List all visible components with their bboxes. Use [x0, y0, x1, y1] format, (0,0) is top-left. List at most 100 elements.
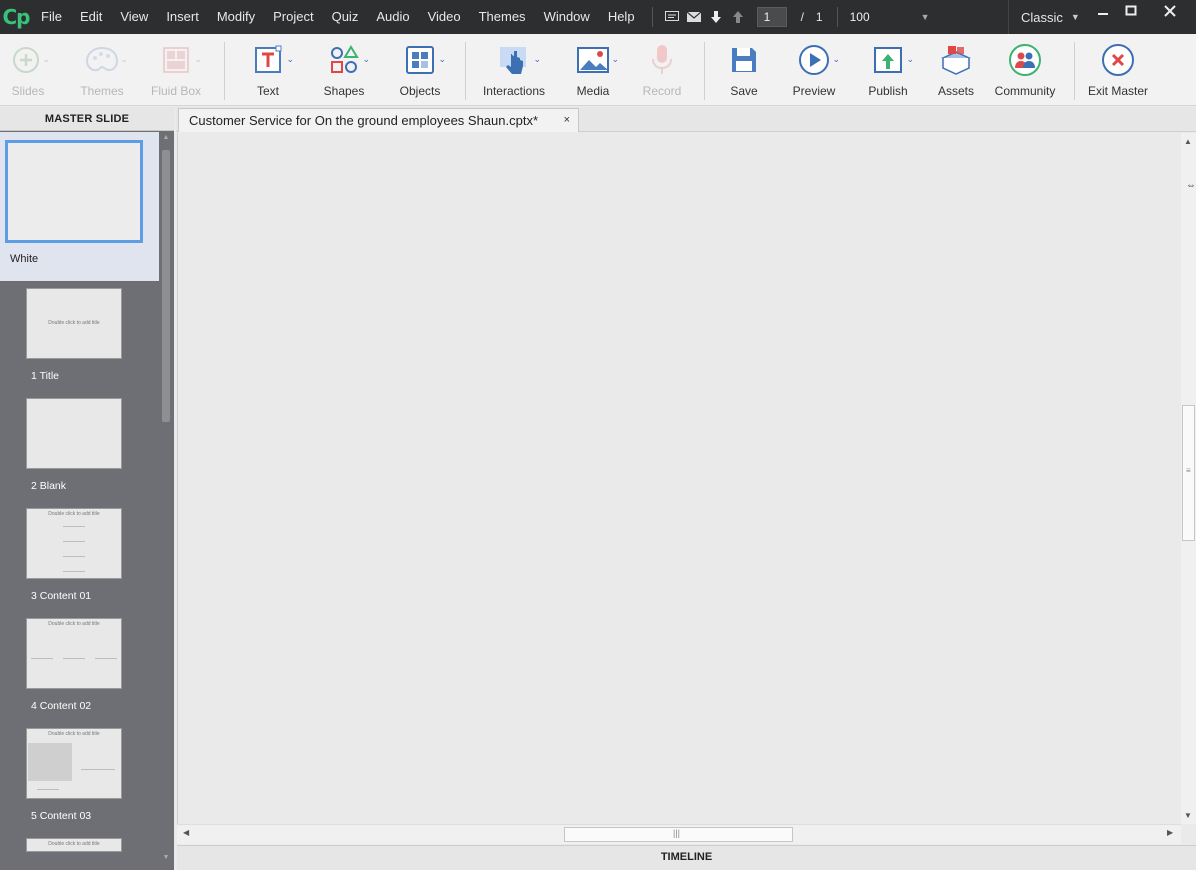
publish-icon: ⌄ — [862, 42, 914, 78]
layout-thumbnail[interactable] — [26, 398, 122, 469]
horizontal-scroll-thumb[interactable]: ||| — [564, 827, 793, 842]
scroll-down-icon[interactable]: ▼ — [161, 854, 171, 864]
scroll-down-icon[interactable]: ▼ — [1184, 811, 1192, 820]
text-button[interactable]: ⌄ Text — [240, 34, 296, 106]
layout-thumbnail[interactable]: Double click to add title — [26, 728, 122, 799]
master-slide-item[interactable]: White — [0, 132, 159, 281]
close-circle-icon — [1092, 42, 1144, 78]
save-button[interactable]: Save — [718, 34, 770, 106]
panel-resize-icon[interactable]: ⇔ — [1186, 180, 1196, 191]
vertical-scrollbar[interactable]: ▲ ≡ ▼ — [1181, 133, 1196, 824]
thumbnail-title-text: Double click to add title — [48, 621, 100, 627]
menu-video[interactable]: Video — [419, 0, 470, 34]
layout-thumbnail[interactable]: Double click to add title — [26, 618, 122, 689]
menu-modify[interactable]: Modify — [208, 0, 264, 34]
placeholder-line — [63, 526, 85, 527]
placeholder-line — [63, 541, 85, 542]
horizontal-scrollbar[interactable]: ◀ ||| ▶ — [177, 824, 1181, 844]
app-logo: Cp — [2, 5, 31, 29]
shapes-button[interactable]: ⌄ Shapes — [316, 34, 372, 106]
preview-label: Preview — [792, 84, 836, 98]
objects-label: Objects — [399, 84, 441, 98]
master-slide-label: White — [10, 253, 39, 265]
placeholder-line — [63, 556, 85, 557]
layout-thumbnail[interactable]: Double click to add title — [26, 508, 122, 579]
placeholder-line — [31, 658, 53, 659]
thumbnail-title-text: Double click to add title — [48, 511, 100, 517]
scroll-up-icon[interactable]: ▲ — [161, 134, 171, 144]
document-tab[interactable]: Customer Service for On the ground emplo… — [178, 108, 579, 132]
panel-scrollbar[interactable]: ▲ ▼ — [159, 132, 174, 870]
timeline-panel-header[interactable]: TIMELINE — [177, 845, 1196, 870]
interactions-icon: ⌄ — [483, 42, 545, 78]
shapes-label: Shapes — [323, 84, 365, 98]
play-icon: ⌄ — [788, 42, 840, 78]
preview-button[interactable]: ⌄ Preview — [786, 34, 842, 106]
exit-master-button[interactable]: Exit Master — [1088, 34, 1148, 106]
slide-stage[interactable] — [177, 133, 1181, 824]
layout-label: 2 Blank — [31, 480, 67, 492]
add-slide-icon: ⌄ — [2, 42, 54, 78]
chevron-down-icon: ▼ — [1070, 12, 1080, 22]
arrow-up-icon[interactable] — [727, 0, 749, 34]
menu-project[interactable]: Project — [264, 0, 322, 34]
master-slide-thumbnail[interactable] — [5, 140, 143, 243]
menu-edit[interactable]: Edit — [71, 0, 111, 34]
layout-label: 3 Content 01 — [31, 590, 92, 602]
scroll-left-icon[interactable]: ◀ — [183, 828, 189, 837]
slides-button[interactable]: ⌄ Slides — [2, 34, 54, 106]
scroll-right-icon[interactable]: ▶ — [1167, 828, 1173, 837]
chevron-down-icon: ▼ — [920, 12, 930, 22]
menu-window[interactable]: Window — [535, 0, 599, 34]
thumbnail-title-text: Double click to add title — [48, 731, 100, 737]
objects-icon: ⌄ — [394, 42, 446, 78]
placeholder-line — [63, 658, 85, 659]
workspace-switcher[interactable]: Classic ▼ — [1008, 0, 1080, 34]
themes-button[interactable]: ⌄ Themes — [74, 34, 130, 106]
close-window-icon[interactable] — [1150, 0, 1190, 22]
toolbar-divider — [1074, 42, 1075, 100]
layout-thumbnail[interactable]: Double click to add title — [26, 838, 122, 852]
assets-label: Assets — [937, 84, 974, 98]
layout-label: 4 Content 02 — [31, 700, 92, 712]
master-slide-panel: MASTER SLIDE White Double click to add t… — [0, 107, 174, 870]
layout-thumbnail[interactable]: Double click to add title — [26, 288, 122, 359]
current-slide-input[interactable]: 1 — [756, 7, 787, 27]
scroll-up-icon[interactable]: ▲ — [1184, 137, 1192, 146]
arrow-down-icon[interactable] — [705, 0, 727, 34]
menu-file[interactable]: File — [32, 0, 71, 34]
comment-icon[interactable] — [661, 0, 683, 34]
layout-label: 1 Title — [31, 370, 60, 382]
image-placeholder — [28, 743, 72, 781]
panel-scroll-thumb[interactable] — [162, 150, 170, 422]
interactions-label: Interactions — [482, 84, 546, 98]
record-label: Record — [642, 84, 682, 98]
toolbar-divider — [704, 42, 705, 100]
assets-icon — [930, 42, 982, 78]
publish-button[interactable]: ⌄ Publish — [860, 34, 916, 106]
interactions-button[interactable]: ⌄ Interactions — [480, 34, 548, 106]
menu-themes[interactable]: Themes — [470, 0, 535, 34]
fluid-box-button[interactable]: ⌄ Fluid Box — [148, 34, 204, 106]
community-button[interactable]: Community — [992, 34, 1058, 106]
menu-insert[interactable]: Insert — [157, 0, 208, 34]
microphone-icon — [636, 42, 688, 78]
assets-button[interactable]: Assets — [930, 34, 982, 106]
maximize-window-icon[interactable] — [1114, 0, 1148, 22]
publish-label: Publish — [868, 84, 908, 98]
media-button[interactable]: ⌄ Media — [566, 34, 620, 106]
menu-quiz[interactable]: Quiz — [323, 0, 368, 34]
menu-view[interactable]: View — [111, 0, 157, 34]
record-button[interactable]: Record — [636, 34, 688, 106]
close-tab-icon[interactable]: × — [564, 109, 570, 132]
menu-audio[interactable]: Audio — [367, 0, 418, 34]
zoom-select[interactable]: 100 ▼ — [846, 7, 930, 27]
zoom-value: 100 — [849, 10, 870, 24]
menu-help[interactable]: Help — [599, 0, 644, 34]
slide-separator: / — [800, 10, 804, 24]
vertical-scroll-thumb[interactable]: ≡ — [1182, 405, 1195, 541]
grip-icon: ||| — [673, 828, 681, 838]
objects-button[interactable]: ⌄ Objects — [392, 34, 448, 106]
mail-icon[interactable] — [683, 0, 705, 34]
media-icon: ⌄ — [567, 42, 619, 78]
